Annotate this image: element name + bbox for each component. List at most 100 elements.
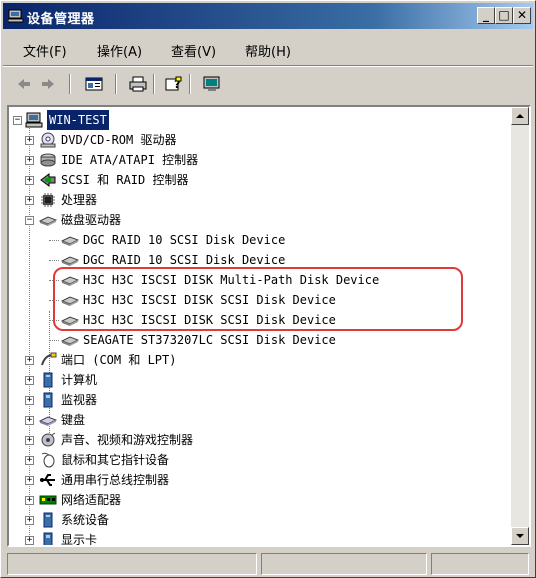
dvd-drive-icon xyxy=(40,132,56,148)
device-manager-icon xyxy=(8,9,24,23)
mouse-icon xyxy=(41,452,55,468)
tree-connector xyxy=(49,280,59,281)
arrow-up-icon xyxy=(516,114,524,118)
toolbar-separator xyxy=(189,74,191,94)
expand-icon[interactable]: + xyxy=(25,156,34,165)
tree-item-label: DVD/CD-ROM 驱动器 xyxy=(61,133,177,147)
tree-item-label: 计算机 xyxy=(61,373,98,387)
tree-connector xyxy=(49,300,59,301)
expand-icon[interactable]: + xyxy=(25,456,34,465)
tree-item-label: DGC RAID 10 SCSI Disk Device xyxy=(83,253,286,267)
close-button[interactable]: ✕ xyxy=(513,7,531,24)
menu-bar: 文件(F) 操作(A) 查看(V) 帮助(H) xyxy=(3,35,533,63)
expand-icon[interactable]: + xyxy=(25,356,34,365)
tree-item-label: 端口 (COM 和 LPT) xyxy=(61,353,177,367)
tree-item-label: 鼠标和其它指针设备 xyxy=(61,453,170,467)
expand-icon[interactable]: + xyxy=(25,436,34,445)
tree-connector xyxy=(49,240,59,241)
toolbar: ? xyxy=(3,67,533,101)
computer-icon xyxy=(25,112,43,128)
expand-icon[interactable]: + xyxy=(25,516,34,525)
back-icon xyxy=(18,79,30,89)
scroll-down-button[interactable] xyxy=(511,527,529,545)
device-tree-panel: − WIN-TEST + DVD/CD-ROM 驱动器 + IDE ATA/AT… xyxy=(7,105,531,547)
maximize-icon: □ xyxy=(498,8,510,22)
close-icon: ✕ xyxy=(516,8,528,22)
collapse-icon[interactable]: − xyxy=(13,116,22,125)
tree-item-label: SCSI 和 RAID 控制器 xyxy=(61,173,189,187)
minimize-icon: _ xyxy=(483,8,489,22)
tree-item-label: H3C H3C ISCSI DISK SCSI Disk Device xyxy=(83,293,336,307)
vertical-scrollbar[interactable] xyxy=(511,107,529,545)
expand-icon[interactable]: + xyxy=(25,496,34,505)
scroll-up-button[interactable] xyxy=(511,107,529,125)
display-adapter-icon xyxy=(43,532,53,545)
scsi-controller-icon xyxy=(40,173,56,187)
maximize-button[interactable]: □ xyxy=(495,7,513,24)
forward-button[interactable] xyxy=(37,73,59,95)
help-button[interactable]: ? xyxy=(163,73,185,95)
sound-icon xyxy=(41,432,56,447)
menu-file[interactable]: 文件(F) xyxy=(23,41,67,60)
menu-help[interactable]: 帮助(H) xyxy=(245,41,291,60)
print-button[interactable] xyxy=(127,73,149,95)
tree-item-label: 显示卡 xyxy=(61,533,98,547)
collapse-icon[interactable]: − xyxy=(25,216,34,225)
print-icon xyxy=(129,76,147,92)
disk-drive-icon xyxy=(61,236,79,246)
tree-item-label: DGC RAID 10 SCSI Disk Device xyxy=(83,233,286,247)
keyboard-icon xyxy=(39,416,57,426)
disk-drive-icon xyxy=(61,256,79,266)
expand-icon[interactable]: + xyxy=(25,416,34,425)
disk-drive-icon xyxy=(39,216,57,226)
expand-icon[interactable]: + xyxy=(25,176,34,185)
menu-action[interactable]: 操作(A) xyxy=(97,41,142,60)
tree-connector xyxy=(49,320,59,321)
status-pane xyxy=(431,553,529,575)
computer-icon xyxy=(43,372,53,388)
ide-controller-icon xyxy=(40,153,56,167)
tree-item-label: H3C H3C ISCSI DISK Multi-Path Disk Devic… xyxy=(83,273,380,287)
tree-item-label: IDE ATA/ATAPI 控制器 xyxy=(61,153,199,167)
properties-button[interactable] xyxy=(83,73,105,95)
arrow-down-icon xyxy=(516,534,524,538)
window-title: 设备管理器 xyxy=(27,12,95,27)
tree-item-label: 系统设备 xyxy=(61,513,110,527)
expand-icon[interactable]: + xyxy=(25,376,34,385)
tree-item-label: 通用串行总线控制器 xyxy=(61,473,170,487)
processor-icon xyxy=(41,193,55,207)
tree-item-label: 声音、视频和游戏控制器 xyxy=(61,433,194,447)
toolbar-separator xyxy=(153,74,155,94)
forward-icon xyxy=(42,79,54,89)
device-tree: − WIN-TEST + DVD/CD-ROM 驱动器 + IDE ATA/AT… xyxy=(9,107,511,547)
usb-icon xyxy=(40,474,55,486)
disk-drive-icon xyxy=(61,296,79,306)
disk-drive-icon xyxy=(61,336,79,346)
tree-item-label: SEAGATE ST373207LC SCSI Disk Device xyxy=(83,333,336,347)
status-pane xyxy=(7,553,257,575)
toolbar-separator xyxy=(69,74,71,94)
expand-icon[interactable]: + xyxy=(25,536,34,545)
expand-icon[interactable]: + xyxy=(25,196,34,205)
tree-item-label: 网络适配器 xyxy=(61,493,122,507)
tree-root-label[interactable]: WIN-TEST xyxy=(47,110,109,130)
back-button[interactable] xyxy=(13,73,35,95)
network-adapter-icon xyxy=(39,495,57,505)
disk-drive-icon xyxy=(61,316,79,326)
expand-icon[interactable]: + xyxy=(25,136,34,145)
properties-icon xyxy=(85,77,103,91)
menu-view[interactable]: 查看(V) xyxy=(171,41,216,60)
tree-connector xyxy=(49,340,59,341)
device-manager-window: 设备管理器 _ □ ✕ 文件(F) 操作(A) 查看(V) 帮助(H) ? − … xyxy=(0,0,536,578)
tree-item-label: 磁盘驱动器 xyxy=(61,213,122,227)
minimize-button[interactable]: _ xyxy=(477,7,495,24)
expand-icon[interactable]: + xyxy=(25,476,34,485)
monitor-icon xyxy=(203,76,220,91)
tree-item-label: 键盘 xyxy=(61,413,86,427)
tree-connector xyxy=(49,260,59,261)
scan-hardware-button[interactable] xyxy=(201,73,223,95)
tree-item-label: 处理器 xyxy=(61,193,98,207)
toolbar-separator xyxy=(115,74,117,94)
title-bar[interactable]: 设备管理器 _ □ ✕ xyxy=(3,3,533,29)
expand-icon[interactable]: + xyxy=(25,396,34,405)
